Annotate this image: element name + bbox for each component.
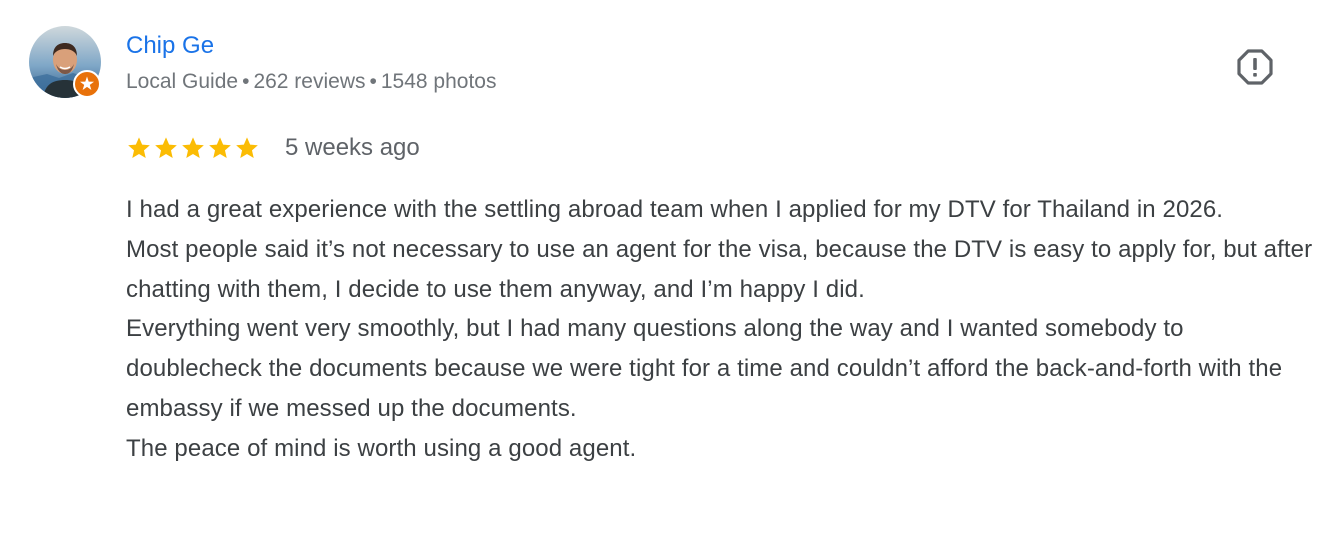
avatar[interactable] bbox=[29, 26, 101, 98]
reviews-count: 262 reviews bbox=[253, 70, 366, 93]
star-icon bbox=[182, 137, 204, 158]
review-paragraph: I had a great experience with the settli… bbox=[126, 196, 1224, 223]
photos-count: 1548 photos bbox=[380, 70, 497, 93]
local-guide-star-icon bbox=[73, 70, 101, 98]
star-icon bbox=[155, 137, 177, 158]
reviewer-name-link[interactable]: Chip Ge bbox=[126, 30, 214, 62]
local-guide-label: Local Guide bbox=[126, 70, 239, 93]
review-paragraph: Most people said it’s not necessary to u… bbox=[126, 235, 1313, 303]
star-icon bbox=[128, 137, 150, 158]
report-review-button[interactable] bbox=[1234, 46, 1276, 88]
report-exclamation-icon bbox=[1237, 49, 1273, 85]
star-icon bbox=[209, 137, 231, 158]
star-icon bbox=[236, 137, 258, 158]
review-date: 5 weeks ago bbox=[285, 134, 420, 161]
review-paragraph: The peace of mind is worth using a good … bbox=[126, 434, 637, 462]
reviewer-meta: Local Guide • 262 reviews • 1548 photos bbox=[126, 68, 496, 96]
star-rating bbox=[126, 135, 260, 161]
review-text: I had a great experience with the settli… bbox=[126, 190, 1316, 469]
meta-separator: • bbox=[369, 70, 377, 93]
rating-row: 5 weeks ago bbox=[126, 131, 420, 165]
review-paragraph: Everything went very smoothly, but I had… bbox=[126, 315, 1283, 422]
review-card: Chip Ge Local Guide • 262 reviews • 1548 pho… bbox=[0, 0, 1326, 534]
meta-separator: • bbox=[242, 70, 250, 93]
